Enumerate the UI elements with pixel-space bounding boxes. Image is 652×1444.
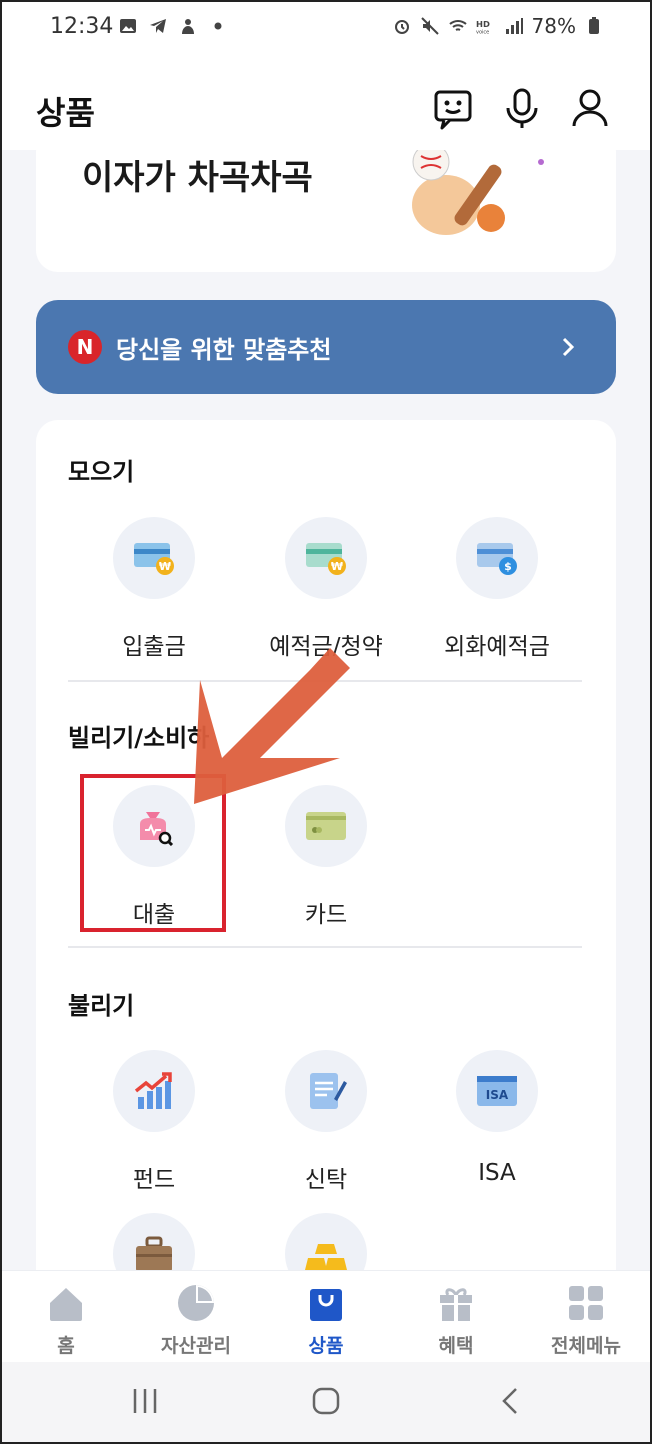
grid-menu-icon xyxy=(569,1286,603,1320)
nav-label: 상품 xyxy=(308,1335,344,1357)
nav-benefits[interactable]: 혜택 xyxy=(396,1283,516,1358)
nav-asset-management[interactable]: 자산관리 xyxy=(136,1283,256,1358)
pointer-arrow xyxy=(194,648,350,804)
nav-label: 자산관리 xyxy=(161,1335,231,1357)
home-icon xyxy=(50,1288,82,1321)
gold-bars-icon xyxy=(305,1244,347,1270)
chatbot-icon[interactable] xyxy=(432,86,476,130)
savings-won-icon: ₩ xyxy=(306,543,346,575)
gallery-icon xyxy=(120,19,136,33)
nav-products[interactable]: 상품 xyxy=(266,1283,386,1358)
hd-voice-icon: HDvoice xyxy=(476,19,490,36)
nav-label: 혜택 xyxy=(438,1335,474,1357)
svg-text:₩: ₩ xyxy=(159,560,171,573)
bottom-navigation: 홈 자산관리 상품 혜택 전체메뉴 xyxy=(0,1270,652,1363)
chevron-right-icon xyxy=(562,337,575,357)
recommendation-bar[interactable]: N 당신을 위한 맞춤추천 xyxy=(36,300,616,394)
system-navigation-bar xyxy=(0,1362,652,1444)
briefcase-icon xyxy=(136,1236,172,1272)
mascot-illustration xyxy=(412,143,544,235)
status-time: 12:34 xyxy=(50,14,114,39)
alarm-icon xyxy=(394,20,409,34)
banner-text: 이자가 차곡차곡 xyxy=(82,158,313,198)
product-fund[interactable]: 펀드 xyxy=(69,1050,239,1194)
section-divider xyxy=(68,946,582,948)
status-left-icons xyxy=(118,16,228,36)
product-label: 외화예적금 xyxy=(444,634,550,660)
product-foreign-savings[interactable]: $ 외화예적금 xyxy=(412,517,582,661)
shopping-bag-icon xyxy=(310,1289,342,1321)
product-label: 카드 xyxy=(304,902,348,928)
profile-icon[interactable] xyxy=(568,86,612,130)
microphone-icon[interactable] xyxy=(500,86,544,130)
nav-all-menu[interactable]: 전체메뉴 xyxy=(526,1283,646,1358)
recommendation-label: 당신을 위한 맞춤추천 xyxy=(116,335,332,364)
telegram-icon xyxy=(150,19,166,33)
svg-text:HD: HD xyxy=(476,19,490,29)
card-icon xyxy=(306,812,346,840)
mute-icon xyxy=(420,17,439,35)
pie-chart-icon xyxy=(178,1285,214,1321)
nav-label: 홈 xyxy=(57,1335,75,1357)
isa-icon-text: ISA xyxy=(486,1088,509,1102)
foreign-currency-icon: $ xyxy=(477,543,517,575)
status-bar: 12:34 HD voice 78% xyxy=(0,0,652,58)
battery-icon xyxy=(589,17,599,34)
page-title: 상품 xyxy=(36,94,95,132)
section-title-save: 모으기 xyxy=(68,458,135,486)
nav-label: 전체메뉴 xyxy=(551,1335,621,1357)
recent-apps-icon[interactable] xyxy=(130,1386,160,1416)
app-icon xyxy=(182,19,194,34)
trust-document-icon xyxy=(310,1073,347,1109)
bankbook-won-icon: ₩ xyxy=(134,543,174,575)
product-label: 신탁 xyxy=(304,1167,348,1193)
app-header: 상품 xyxy=(0,58,652,150)
battery-percent: 78% xyxy=(531,14,576,38)
svg-text:$: $ xyxy=(504,560,512,573)
isa-card-icon: ISA xyxy=(477,1076,517,1106)
nav-home[interactable]: 홈 xyxy=(6,1283,126,1358)
back-icon[interactable] xyxy=(496,1386,526,1416)
product-trust[interactable]: 신탁 xyxy=(241,1050,411,1194)
fund-chart-icon xyxy=(134,1072,172,1109)
svg-text:₩: ₩ xyxy=(331,560,343,573)
new-badge: N xyxy=(68,330,102,364)
status-right-icons: HD voice 78% xyxy=(392,14,604,38)
product-isa[interactable]: ISA ISA xyxy=(412,1050,582,1186)
signal-icon xyxy=(505,18,523,34)
product-label: 펀드 xyxy=(132,1167,176,1193)
home-button-icon[interactable] xyxy=(311,1386,341,1416)
product-label: ISA xyxy=(478,1160,516,1186)
dot-icon xyxy=(214,22,222,30)
promo-banner[interactable]: 이자가 차곡차곡 xyxy=(36,130,616,272)
wifi-icon xyxy=(448,20,467,31)
gift-icon xyxy=(440,1288,472,1321)
svg-text:voice: voice xyxy=(476,30,489,36)
section-title-grow: 불리기 xyxy=(68,992,135,1020)
